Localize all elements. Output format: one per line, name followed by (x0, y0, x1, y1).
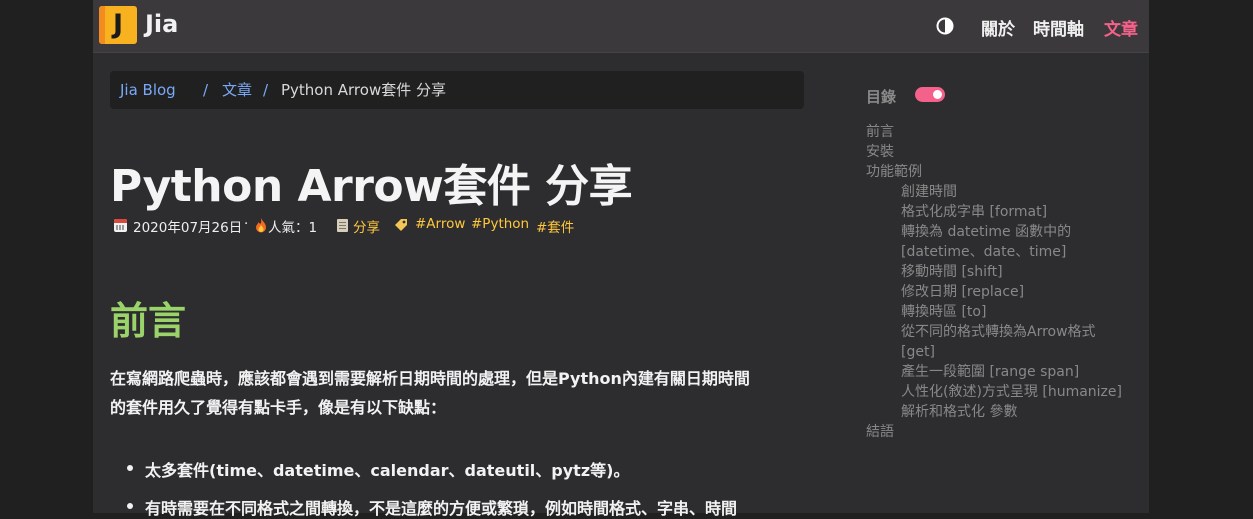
breadcrumb-current: Python Arrow套件 分享 (281, 81, 446, 99)
list-item: 太多套件(time、datetime、calendar、dateutil、pyt… (145, 461, 630, 480)
toc-item-replace[interactable]: 修改日期 [replace] (866, 282, 1122, 302)
tag-package[interactable]: #套件 (536, 216, 574, 236)
toc-item-preface[interactable]: 前言 (866, 122, 1122, 142)
calendar-icon (114, 219, 127, 232)
fire-icon (256, 218, 266, 233)
bullet-icon (127, 465, 133, 471)
toc-item-to[interactable]: 轉換時區 [to] (866, 302, 1122, 322)
breadcrumb-section[interactable]: 文章 (222, 71, 252, 109)
page: J Jia 關於 時間軸 文章 Jia Blog / 文章 / Python A… (93, 0, 1149, 518)
toc-label: 目錄 (866, 88, 897, 106)
nav-link-articles[interactable]: 文章 (1104, 15, 1138, 40)
tag-python[interactable]: #Python (471, 216, 529, 232)
toc-item-conclusion[interactable]: 結語 (866, 422, 1122, 442)
post-date: 2020年07月26日 (133, 220, 243, 236)
toc-item-create-time[interactable]: 創建時間 (866, 182, 1122, 202)
popularity-count: 人氣：1 (268, 220, 318, 236)
toc-item-get[interactable]: 從不同的格式轉換為Arrow格式 (866, 322, 1122, 342)
site-logo[interactable]: J (99, 6, 137, 44)
section-heading: 前言 (110, 299, 187, 343)
tag-icon (395, 219, 407, 231)
paragraph-line: 的套件用久了覺得有點卡手，像是有以下缺點： (110, 398, 447, 417)
post-category[interactable]: 分享 (353, 216, 380, 236)
toc-item-shift[interactable]: 移動時間 [shift] (866, 262, 1122, 282)
toggle-knob (933, 90, 942, 99)
toc-item-parse-format[interactable]: 解析和格式化 參數 (866, 402, 1122, 422)
toc-item-to-datetime[interactable]: 轉換為 datetime 函數中的 (866, 222, 1122, 242)
clipboard-icon (337, 219, 348, 232)
breadcrumb: Jia Blog / 文章 / Python Arrow套件 分享 (110, 71, 804, 109)
meta-separator: · (244, 216, 249, 232)
nav-link-about[interactable]: 關於 (981, 15, 1015, 40)
toc-item-range[interactable]: 產生一段範圍 [range span] (866, 362, 1122, 382)
toc-item-get-cont[interactable]: [get] (866, 342, 1122, 362)
toc-item-install[interactable]: 安裝 (866, 142, 1122, 162)
paragraph-line: 在寫網路爬蟲時，應該都會遇到需要解析日期時間的處理，但是Python內建有關日期… (110, 369, 750, 388)
breadcrumb-separator: / (263, 81, 269, 99)
tag-arrow[interactable]: #Arrow (415, 216, 465, 232)
breadcrumb-separator: / (203, 81, 209, 99)
logo-letter: J (112, 9, 124, 40)
bullet-icon (127, 503, 133, 509)
toc-item-format[interactable]: 格式化成字串 [format] (866, 202, 1122, 222)
site-name[interactable]: Jia (145, 10, 178, 38)
toc-toggle[interactable] (915, 87, 945, 102)
toc-item-examples[interactable]: 功能範例 (866, 162, 1122, 182)
intro-paragraph: 在寫網路爬蟲時，應該都會遇到需要解析日期時間的處理，但是Python內建有關日期… (110, 364, 810, 422)
toc-item-to-datetime-cont[interactable]: [datetime、date、time] (866, 242, 1122, 262)
post-title: Python Arrow套件 分享 (110, 161, 633, 212)
breadcrumb-home[interactable]: Jia Blog (120, 71, 176, 109)
table-of-contents: 前言 安裝 功能範例 創建時間 格式化成字串 [format] 轉換為 date… (866, 122, 1122, 442)
navbar: J Jia 關於 時間軸 文章 (93, 0, 1149, 53)
list-item: 有時需要在不同格式之間轉換，不是這麼的方便或繁瑣，例如時間格式、字串、時間 (145, 499, 738, 518)
toc-item-humanize[interactable]: 人性化(敘述)方式呈現 [humanize] (866, 382, 1122, 402)
nav-link-timeline[interactable]: 時間軸 (1033, 15, 1084, 40)
contrast-icon[interactable] (936, 17, 954, 35)
